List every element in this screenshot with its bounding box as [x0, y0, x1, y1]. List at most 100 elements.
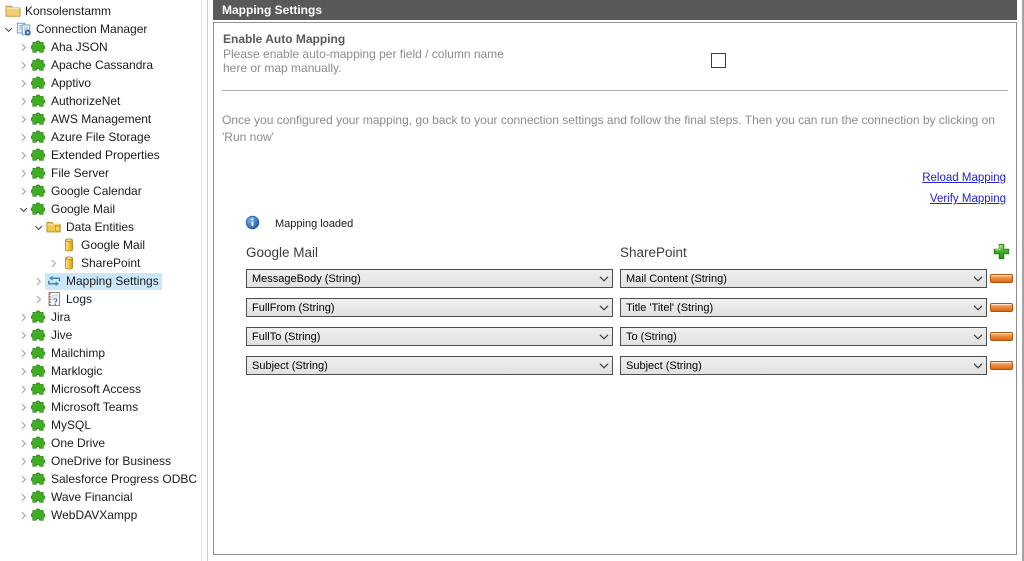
remove-mapping-button[interactable] — [990, 303, 1013, 312]
sidebar-item-marklogic[interactable]: Marklogic — [0, 362, 201, 380]
chevron-right-icon[interactable] — [17, 329, 30, 342]
connector-icon — [31, 435, 47, 451]
sidebar-item-entity-google-mail[interactable]: Google Mail — [0, 236, 201, 254]
chevron-right-icon[interactable] — [17, 491, 30, 504]
sidebar-item-azure-file-storage[interactable]: Azure File Storage — [0, 128, 201, 146]
dropdown-value: Subject (String) — [247, 360, 596, 372]
target-field-dropdown[interactable]: To (String) — [620, 327, 987, 346]
sidebar-item-file-server[interactable]: File Server — [0, 164, 201, 182]
sidebar-item-label: AWS Management — [50, 111, 154, 128]
dropdown-value: To (String) — [621, 331, 970, 343]
chevron-right-icon[interactable] — [17, 131, 30, 144]
chevron-right-icon[interactable] — [17, 59, 30, 72]
connector-icon — [31, 93, 47, 109]
sidebar-item-label: Jive — [50, 327, 75, 344]
sidebar-item-google-mail[interactable]: Google Mail — [0, 200, 201, 218]
chevron-right-icon[interactable] — [17, 365, 30, 378]
verify-mapping-link[interactable]: Verify Mapping — [930, 193, 1006, 205]
chevron-right-icon[interactable] — [17, 383, 30, 396]
chevron-right-icon[interactable] — [17, 419, 30, 432]
sidebar-item-label: One Drive — [50, 435, 108, 452]
connector-icon — [31, 417, 47, 433]
source-field-dropdown[interactable]: MessageBody (String) — [246, 269, 613, 288]
source-field-dropdown[interactable]: FullFrom (String) — [246, 298, 613, 317]
sidebar-item-microsoft-access[interactable]: Microsoft Access — [0, 380, 201, 398]
chevron-right-icon[interactable] — [47, 257, 60, 270]
target-field-dropdown[interactable]: Subject (String) — [620, 356, 987, 375]
sidebar-item-one-drive[interactable]: One Drive — [0, 434, 201, 452]
chevron-right-icon[interactable] — [17, 41, 30, 54]
sidebar-item-jive[interactable]: Jive — [0, 326, 201, 344]
sidebar-item-wave-financial[interactable]: Wave Financial — [0, 488, 201, 506]
chevron-down-icon[interactable] — [2, 23, 15, 36]
chevron-right-icon[interactable] — [17, 149, 30, 162]
sidebar-item-aha-json[interactable]: Aha JSON — [0, 38, 201, 56]
sidebar-item-label: Marklogic — [50, 363, 105, 380]
sidebar-item-entity-sharepoint[interactable]: SharePoint — [0, 254, 201, 272]
sidebar-item-mailchimp[interactable]: Mailchimp — [0, 344, 201, 362]
dropdown-value: Title 'Titel' (String) — [621, 302, 970, 314]
sidebar-item-label: Data Entities — [65, 219, 137, 236]
chevron-right-icon[interactable] — [17, 437, 30, 450]
chevron-right-icon[interactable] — [17, 455, 30, 468]
sidebar-item-authorizenet[interactable]: AuthorizeNet — [0, 92, 201, 110]
dropdown-value: MessageBody (String) — [247, 273, 596, 285]
mapping-row: FullTo (String) To (String) — [214, 327, 1017, 346]
chevron-right-icon[interactable] — [17, 95, 30, 108]
sidebar-item-logs[interactable]: Logs — [0, 290, 201, 308]
chevron-right-icon[interactable] — [17, 167, 30, 180]
source-field-dropdown[interactable]: Subject (String) — [246, 356, 613, 375]
target-field-dropdown[interactable]: Title 'Titel' (String) — [620, 298, 987, 317]
chevron-down-icon — [596, 305, 612, 311]
remove-mapping-button[interactable] — [990, 274, 1013, 283]
chevron-right-icon[interactable] — [32, 293, 45, 306]
chevron-right-icon[interactable] — [32, 275, 45, 288]
sidebar-item-label: Mailchimp — [50, 345, 108, 362]
panel-body: Enable Auto Mapping Please enable auto-m… — [213, 22, 1017, 555]
chevron-right-icon[interactable] — [17, 185, 30, 198]
dropdown-value: FullFrom (String) — [247, 302, 596, 314]
panel-splitter[interactable] — [207, 0, 208, 561]
sidebar-item-label: Microsoft Access — [50, 381, 144, 398]
chevron-right-icon[interactable] — [17, 113, 30, 126]
chevron-down-icon[interactable] — [32, 221, 45, 234]
chevron-right-icon[interactable] — [17, 347, 30, 360]
add-mapping-button[interactable] — [993, 243, 1010, 260]
data-entities-icon — [46, 219, 62, 235]
sidebar-item-google-calendar[interactable]: Google Calendar — [0, 182, 201, 200]
source-field-dropdown[interactable]: FullTo (String) — [246, 327, 613, 346]
sidebar-item-data-entities[interactable]: Data Entities — [0, 218, 201, 236]
reload-mapping-link[interactable]: Reload Mapping — [922, 172, 1006, 184]
mapping-row: MessageBody (String) Mail Content (Strin… — [214, 269, 1017, 288]
sidebar-item-connection-manager[interactable]: Connection Manager — [0, 20, 201, 38]
sidebar-item-konsolenstamm[interactable]: Konsolenstamm — [0, 2, 201, 20]
sidebar-item-mapping-settings[interactable]: Mapping Settings — [0, 272, 201, 290]
remove-mapping-button[interactable] — [990, 361, 1013, 370]
sidebar-item-aws-management[interactable]: AWS Management — [0, 110, 201, 128]
target-field-dropdown[interactable]: Mail Content (String) — [620, 269, 987, 288]
sidebar-item-label: Microsoft Teams — [50, 399, 141, 416]
connector-icon — [31, 471, 47, 487]
remove-mapping-button[interactable] — [990, 332, 1013, 341]
connector-icon — [31, 381, 47, 397]
sidebar-item-mysql[interactable]: MySQL — [0, 416, 201, 434]
sidebar-item-salesforce-progress-odbc[interactable]: Salesforce Progress ODBC — [0, 470, 201, 488]
connector-icon — [31, 489, 47, 505]
auto-mapping-checkbox[interactable] — [711, 53, 726, 68]
sidebar-item-extended-properties[interactable]: Extended Properties — [0, 146, 201, 164]
sidebar-item-webdavxampp[interactable]: WebDAVXampp — [0, 506, 201, 524]
sidebar-item-label: WebDAVXampp — [50, 507, 140, 524]
sidebar-item-onedrive-for-business[interactable]: OneDrive for Business — [0, 452, 201, 470]
mapping-icon — [46, 273, 62, 289]
sidebar-item-apptivo[interactable]: Apptivo — [0, 74, 201, 92]
sidebar-item-microsoft-teams[interactable]: Microsoft Teams — [0, 398, 201, 416]
sidebar-item-jira[interactable]: Jira — [0, 308, 201, 326]
chevron-right-icon[interactable] — [17, 473, 30, 486]
connector-icon — [31, 57, 47, 73]
chevron-right-icon[interactable] — [17, 401, 30, 414]
chevron-right-icon[interactable] — [17, 77, 30, 90]
chevron-down-icon[interactable] — [17, 203, 30, 216]
chevron-right-icon[interactable] — [17, 509, 30, 522]
sidebar-item-apache-cassandra[interactable]: Apache Cassandra — [0, 56, 201, 74]
chevron-right-icon[interactable] — [17, 311, 30, 324]
